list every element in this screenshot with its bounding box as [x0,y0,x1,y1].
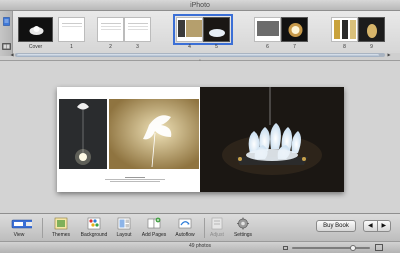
themes-button[interactable]: Themes [45,217,77,241]
page-caption-text[interactable] [85,177,185,182]
spread-2-3[interactable] [97,17,151,42]
buy-book-button[interactable]: Buy Book [316,220,356,232]
add-pages-icon [147,217,161,229]
page-thumb-6[interactable] [254,17,281,42]
spread-4-5-selected[interactable] [173,14,233,45]
spread-cover[interactable] [18,17,53,42]
page-nav-buttons: ◀ ▶ [363,220,391,232]
page-label-7: 7 [293,44,296,50]
pages-view-icon[interactable] [2,17,11,26]
page-thumb-cover[interactable] [18,17,53,42]
title-bar: iPhoto [0,0,400,11]
organizer-view-icon[interactable] [2,42,11,51]
page-thumb-1[interactable] [58,17,85,42]
page-thumb-4[interactable] [176,17,203,42]
page-label-cover: Cover [28,44,43,50]
settings-gear-icon [237,217,249,230]
book-canvas [0,61,400,213]
cover-thumb-art [29,26,44,35]
view-mode-icon [11,219,32,229]
toolbar-separator [42,218,43,238]
background-button[interactable]: Background [78,217,110,241]
right-page-photo [200,87,344,192]
autoflow-button[interactable]: Autoflow [169,217,201,241]
settings-label: Settings [233,232,253,238]
page-label-1: 1 [70,44,73,50]
view-button[interactable]: View [3,217,35,241]
page-7-thumb-art [288,23,303,37]
layout-button[interactable]: Layout [108,217,140,241]
zoom-in-icon[interactable] [375,244,383,251]
zoom-slider-knob[interactable] [349,245,356,251]
page-label-9: 9 [370,44,373,50]
view-label: View [13,232,25,238]
page-label-3: 3 [136,44,139,50]
add-pages-label: Add Pages [141,232,167,238]
page-5-thumb-art [209,29,225,37]
page-label-2: 2 [109,44,112,50]
book-spread[interactable] [57,87,344,192]
spread-6-7[interactable] [254,17,308,42]
add-pages-button[interactable]: Add Pages [138,217,170,241]
page-label-8: 8 [343,44,346,50]
page-label-4: 4 [188,44,191,50]
themes-icon [54,217,68,230]
spread-1[interactable] [58,17,85,42]
page-thumbnail-strip: Cover 1 2 3 4 5 6 7 8 9 [13,11,400,53]
spread-8-9[interactable] [331,17,385,42]
view-mode-rail [0,11,13,56]
page-label-5: 5 [215,44,218,50]
page-thumb-2[interactable] [97,17,124,42]
autoflow-label: Autoflow [175,232,195,238]
scroll-right-arrow-icon[interactable]: ▶ [386,53,392,57]
background-icon [87,217,101,230]
page-strip-scroll-thumb[interactable] [17,53,379,57]
previous-page-button[interactable]: ◀ [364,221,378,231]
next-page-button[interactable]: ▶ [378,221,391,231]
page-thumb-5[interactable] [203,17,230,42]
settings-button[interactable]: Settings [227,217,259,241]
page-thumb-7[interactable] [281,17,308,42]
themes-label: Themes [51,232,71,238]
background-label: Background [80,232,108,238]
page-9-thumb-art [367,24,377,38]
status-bar: 49 photos [0,241,400,253]
page-label-6: 6 [266,44,269,50]
adjust-icon [211,217,223,230]
layout-label: Layout [116,232,132,238]
page-thumb-3[interactable] [124,17,151,42]
window-title: iPhoto [190,2,210,9]
zoom-out-icon[interactable] [283,246,288,250]
bottom-toolbar: View Themes Background Layout Add Pages … [0,213,400,241]
left-page[interactable] [57,87,200,192]
page-thumb-9[interactable] [358,17,385,42]
right-page[interactable] [200,87,344,192]
zoom-slider[interactable] [292,245,370,251]
layout-icon [117,217,131,230]
page-thumb-8[interactable] [331,17,358,42]
autoflow-icon [178,218,192,229]
